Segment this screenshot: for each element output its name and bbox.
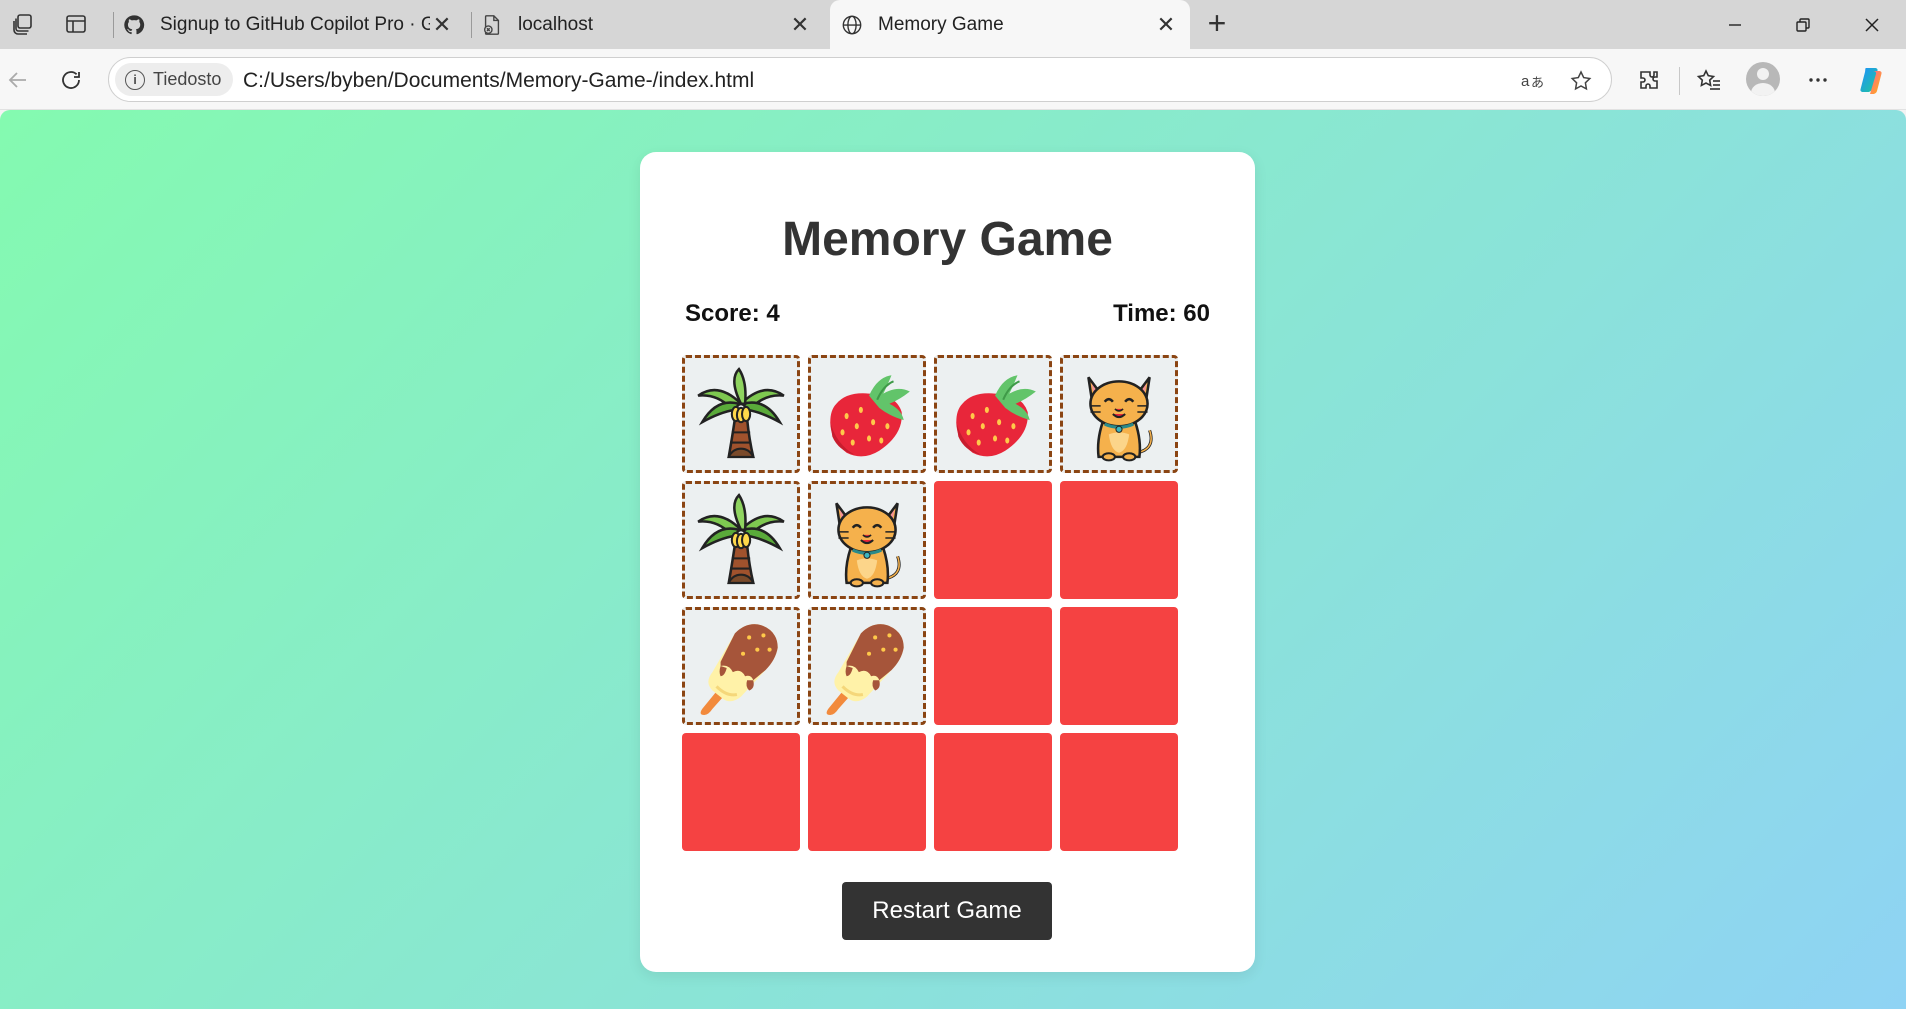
cat-icon (1087, 376, 1153, 462)
game-title: Memory Game (782, 213, 1113, 266)
new-tab-button[interactable]: + (1200, 7, 1234, 42)
memory-card[interactable] (934, 733, 1052, 851)
strawberry-icon (830, 375, 910, 457)
more-options-icon[interactable] (1802, 64, 1834, 96)
palm-tree-icon (697, 367, 785, 459)
ice-cream-icon (700, 624, 778, 715)
back-icon[interactable] (2, 64, 34, 96)
globe-icon (840, 13, 864, 37)
refresh-icon[interactable] (55, 64, 87, 96)
tab-separator (471, 12, 472, 38)
copilot-icon[interactable] (1856, 64, 1888, 96)
game-container: Memory Game Score: 4 Time: 60 Restart Ga… (640, 152, 1255, 972)
site-chip-label: Tiedosto (153, 69, 222, 89)
memory-card[interactable] (682, 481, 800, 599)
tab-localhost[interactable]: localhost ✕ (480, 0, 820, 49)
tab-memory-game[interactable]: Memory Game ✕ (830, 0, 1190, 49)
restore-icon[interactable] (1788, 10, 1818, 40)
memory-card[interactable] (808, 733, 926, 851)
vertical-tabs-icon[interactable] (62, 10, 90, 38)
favorite-star-icon[interactable] (1567, 67, 1595, 95)
address-bar[interactable]: i Tiedosto C:/Users/byben/Documents/Memo… (108, 57, 1612, 102)
memory-card[interactable] (1060, 607, 1178, 725)
tab-separator (113, 12, 114, 38)
minimize-icon[interactable] (1720, 10, 1750, 40)
strawberry-icon (956, 375, 1036, 457)
svg-text:a: a (1521, 73, 1530, 90)
page-viewport: Memory Game Score: 4 Time: 60 Restart Ga… (0, 110, 1906, 1009)
score-display: Score: 4 (685, 300, 780, 327)
tab-title: Signup to GitHub Copilot Pro · GitHub (160, 13, 430, 35)
memory-card[interactable] (934, 481, 1052, 599)
memory-card[interactable] (1060, 481, 1178, 599)
tab-github[interactable]: Signup to GitHub Copilot Pro · GitHub ✕ (122, 0, 462, 49)
memory-card[interactable] (1060, 733, 1178, 851)
extensions-icon[interactable] (1633, 64, 1665, 96)
toolbar-separator (1679, 67, 1680, 95)
url-text[interactable]: C:/Users/byben/Documents/Memory-Game-/in… (243, 69, 754, 93)
tab-strip: Signup to GitHub Copilot Pro · GitHub ✕ … (0, 0, 1906, 49)
tab-title: Memory Game (878, 13, 1004, 35)
svg-text:あ: あ (1531, 76, 1544, 91)
card-grid (682, 355, 1182, 855)
favorites-icon[interactable] (1693, 64, 1725, 96)
memory-card[interactable] (934, 355, 1052, 473)
restart-button[interactable]: Restart Game (842, 882, 1052, 940)
profile-avatar[interactable] (1746, 62, 1780, 96)
broken-page-icon (480, 13, 504, 37)
ice-cream-icon (826, 624, 904, 715)
cat-icon (835, 502, 901, 588)
site-info-chip[interactable]: i Tiedosto (115, 63, 234, 96)
workspaces-icon[interactable] (9, 10, 37, 38)
memory-card[interactable] (808, 481, 926, 599)
memory-card[interactable] (1060, 355, 1178, 473)
memory-card[interactable] (808, 607, 926, 725)
close-tab-icon[interactable]: ✕ (788, 12, 812, 37)
memory-card[interactable] (682, 733, 800, 851)
browser-toolbar: i Tiedosto C:/Users/byben/Documents/Memo… (0, 49, 1906, 110)
timer-display: Time: 60 (1113, 300, 1210, 327)
read-aloud-translate-icon[interactable]: aあ (1520, 67, 1548, 95)
memory-card[interactable] (808, 355, 926, 473)
info-icon: i (125, 69, 145, 90)
close-tab-icon[interactable]: ✕ (430, 12, 454, 37)
memory-card[interactable] (934, 607, 1052, 725)
close-tab-icon[interactable]: ✕ (1154, 12, 1178, 37)
memory-card[interactable] (682, 607, 800, 725)
github-icon (122, 13, 146, 37)
tab-title: localhost (518, 13, 593, 35)
close-window-icon[interactable] (1857, 10, 1887, 40)
memory-card[interactable] (682, 355, 800, 473)
palm-tree-icon (697, 493, 785, 585)
